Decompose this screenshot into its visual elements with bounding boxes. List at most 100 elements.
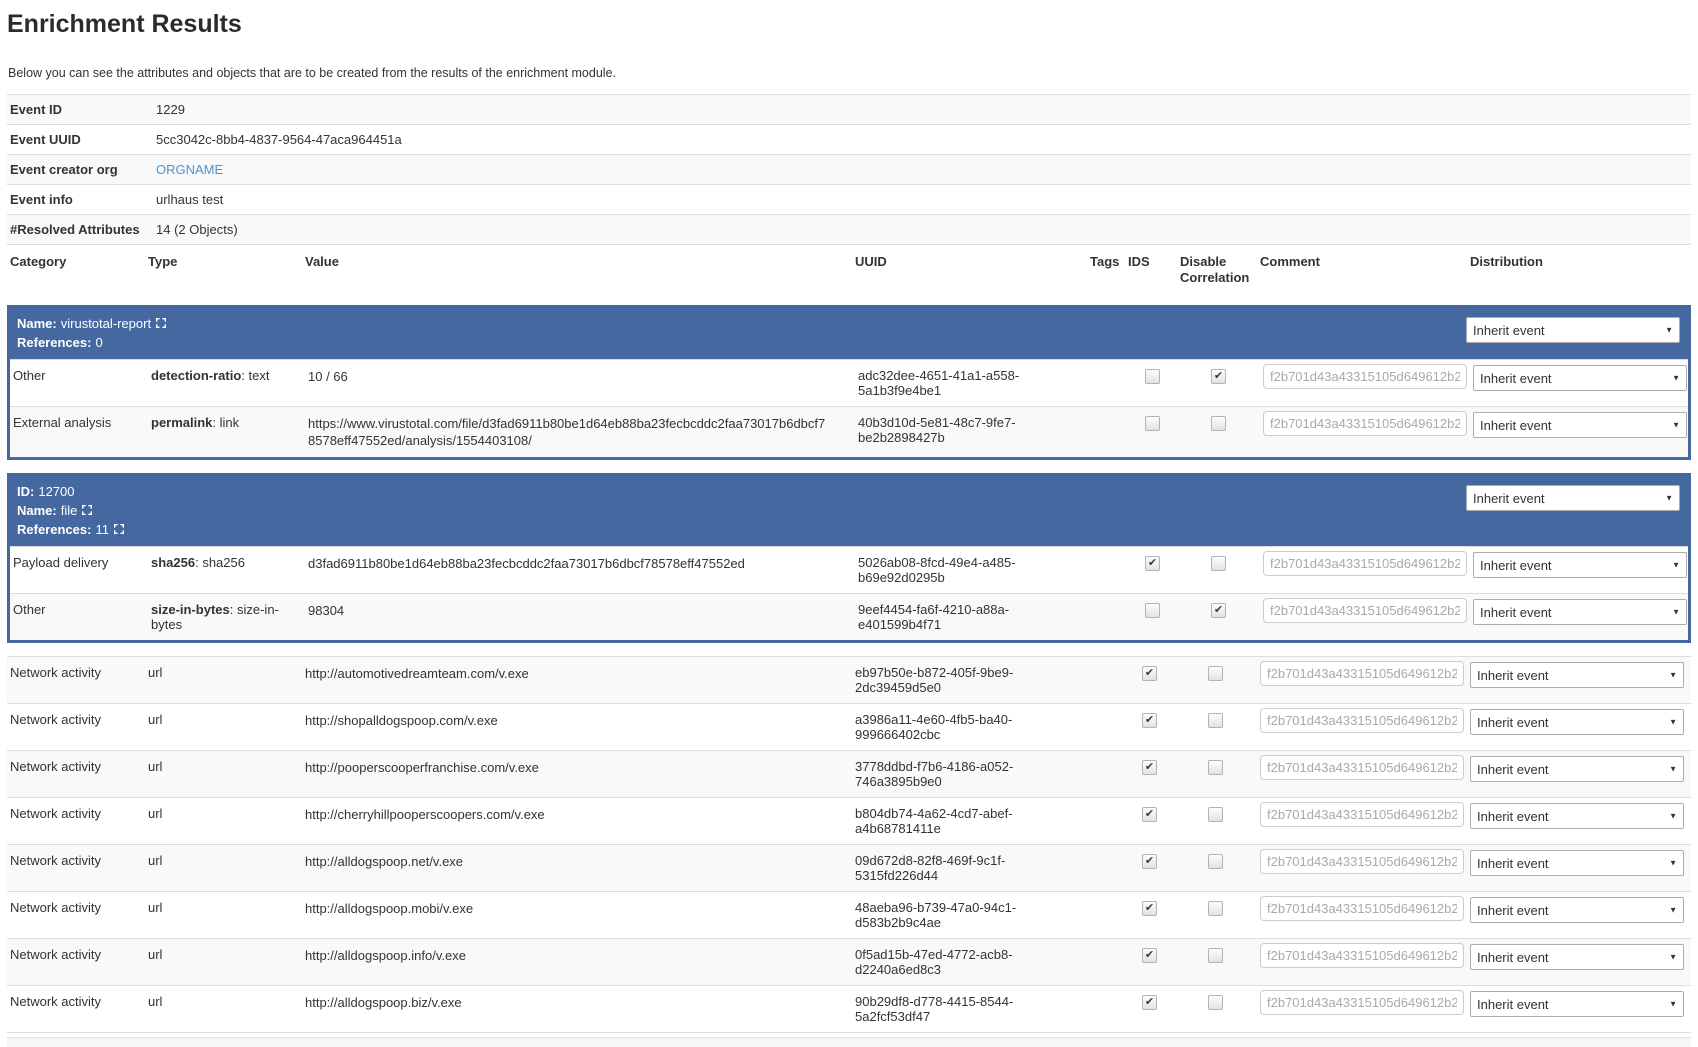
ids-checkbox[interactable]: ✔	[1145, 416, 1160, 431]
distribution-select[interactable]: Inherit event	[1473, 412, 1687, 438]
object-header-line: ID:12700	[17, 482, 1458, 501]
checkmark-icon: ✔	[1148, 557, 1157, 569]
disable-correlation-checkbox[interactable]: ✔	[1211, 603, 1226, 618]
attribute-type-name: text	[249, 368, 270, 383]
disable-correlation-checkbox[interactable]: ✔	[1208, 713, 1223, 728]
distribution-cell: Inherit event▼	[1467, 704, 1692, 743]
object-header-value: virustotal-report	[61, 316, 151, 331]
distribution-select[interactable]: Inherit event	[1470, 803, 1684, 829]
distribution-select[interactable]: Inherit event	[1473, 365, 1687, 391]
comment-input[interactable]	[1260, 802, 1464, 827]
disable-correlation-checkbox[interactable]: ✔	[1211, 416, 1226, 431]
checkmark-icon: ✔	[1145, 949, 1154, 961]
distribution-cell: Inherit event▼	[1467, 798, 1692, 837]
attribute-type: permalink: link	[148, 407, 305, 438]
comment-cell	[1260, 407, 1470, 444]
distribution-select[interactable]: Inherit event	[1470, 756, 1684, 782]
disable-correlation-checkbox[interactable]: ✔	[1208, 666, 1223, 681]
comment-input[interactable]	[1260, 943, 1464, 968]
object-relation: detection-ratio	[151, 368, 241, 383]
attribute-uuid: 90b29df8-d778-4415-8544-5a2fcf53df47	[852, 986, 1087, 1032]
comment-cell	[1257, 704, 1467, 741]
attribute-uuid: 9eef4454-fa6f-4210-a88a-e401599b4f71	[855, 594, 1090, 640]
comment-input[interactable]	[1260, 708, 1464, 733]
distribution-cell: Inherit event▼	[1467, 986, 1692, 1025]
ids-checkbox[interactable]: ✔	[1145, 603, 1160, 618]
distribution-select-wrap: Inherit event▼	[1473, 365, 1687, 391]
ids-checkbox[interactable]: ✔	[1142, 948, 1157, 963]
disable-correlation-checkbox[interactable]: ✔	[1208, 995, 1223, 1010]
ids-checkbox[interactable]: ✔	[1142, 760, 1157, 775]
comment-input[interactable]	[1260, 661, 1464, 686]
ids-checkbox[interactable]: ✔	[1142, 666, 1157, 681]
distribution-select[interactable]: Inherit event	[1473, 599, 1687, 625]
object-header-value: 12700	[38, 484, 74, 499]
distribution-select[interactable]: Inherit event	[1470, 709, 1684, 735]
attribute-type-name: url	[148, 853, 162, 868]
distribution-select-wrap: Inherit event▼	[1470, 756, 1684, 782]
ids-checkbox[interactable]: ✔	[1142, 807, 1157, 822]
distribution-select[interactable]: Inherit event	[1470, 991, 1684, 1017]
distribution-select[interactable]: Inherit event	[1470, 897, 1684, 923]
disable-correlation-checkbox[interactable]: ✔	[1211, 556, 1226, 571]
column-header-category: Category	[7, 245, 145, 276]
comment-input[interactable]	[1260, 990, 1464, 1015]
attribute-row: Othersize-in-bytes: size-in-bytes983049e…	[10, 593, 1688, 640]
object-header-line: Name:file	[17, 501, 1458, 520]
object-header-value: file	[61, 503, 78, 518]
distribution-select[interactable]: Inherit event	[1473, 552, 1687, 578]
comment-input[interactable]	[1263, 364, 1467, 389]
checkbox-cell: ✔	[1180, 594, 1260, 626]
comment-input[interactable]	[1260, 896, 1464, 921]
comment-input[interactable]	[1263, 411, 1467, 436]
checkmark-icon: ✔	[1145, 902, 1154, 914]
ids-checkbox[interactable]: ✔	[1142, 713, 1157, 728]
disable-correlation-checkbox[interactable]: ✔	[1208, 854, 1223, 869]
event-creator-org-link[interactable]: ORGNAME	[156, 162, 1691, 177]
expand-icon[interactable]	[114, 520, 124, 539]
expand-icon[interactable]	[156, 314, 166, 333]
distribution-cell: Inherit event▼	[1458, 314, 1688, 352]
column-header-disable-correlation: Disable Correlation	[1177, 245, 1257, 292]
disable-correlation-checkbox[interactable]: ✔	[1208, 760, 1223, 775]
distribution-select[interactable]: Inherit event	[1466, 317, 1680, 343]
object-header-label: References:	[17, 522, 91, 537]
disable-correlation-checkbox[interactable]: ✔	[1208, 901, 1223, 916]
distribution-select[interactable]: Inherit event	[1466, 485, 1680, 511]
distribution-select-wrap: Inherit event▼	[1470, 803, 1684, 829]
object-header-label: References:	[17, 335, 91, 350]
attribute-type-name: url	[148, 994, 162, 1009]
comment-cell	[1257, 892, 1467, 929]
ids-checkbox[interactable]: ✔	[1142, 854, 1157, 869]
checkbox-cell: ✔	[1125, 986, 1177, 1018]
distribution-select[interactable]: Inherit event	[1470, 850, 1684, 876]
column-header-comment: Comment	[1257, 245, 1467, 276]
distribution-select[interactable]: Inherit event	[1470, 944, 1684, 970]
ids-checkbox[interactable]: ✔	[1142, 901, 1157, 916]
disable-correlation-checkbox[interactable]: ✔	[1208, 948, 1223, 963]
event-meta-row: Event creator orgORGNAME	[7, 154, 1691, 184]
comment-input[interactable]	[1260, 755, 1464, 780]
attribute-uuid: 3778ddbd-f7b6-4186-a052-746a3895b9e0	[852, 751, 1087, 797]
comment-cell	[1260, 547, 1470, 584]
distribution-select[interactable]: Inherit event	[1470, 662, 1684, 688]
ids-checkbox[interactable]: ✔	[1145, 369, 1160, 384]
comment-cell	[1257, 657, 1467, 694]
expand-icon[interactable]	[82, 501, 92, 520]
attribute-category: Other	[10, 594, 148, 625]
checkbox-cell: ✔	[1128, 594, 1180, 626]
distribution-cell: Inherit event▼	[1467, 845, 1692, 884]
ids-checkbox[interactable]: ✔	[1145, 556, 1160, 571]
object-relation: size-in-bytes	[151, 602, 230, 617]
comment-input[interactable]	[1263, 598, 1467, 623]
disable-correlation-checkbox[interactable]: ✔	[1208, 807, 1223, 822]
checkbox-cell: ✔	[1177, 798, 1257, 830]
distribution-cell: Inherit event▼	[1467, 751, 1692, 790]
ids-checkbox[interactable]: ✔	[1142, 995, 1157, 1010]
event-meta-label: Event info	[10, 192, 156, 207]
comment-input[interactable]	[1260, 849, 1464, 874]
checkbox-cell: ✔	[1128, 407, 1180, 439]
comment-input[interactable]	[1263, 551, 1467, 576]
disable-correlation-checkbox[interactable]: ✔	[1211, 369, 1226, 384]
attribute-type: url	[145, 892, 302, 923]
